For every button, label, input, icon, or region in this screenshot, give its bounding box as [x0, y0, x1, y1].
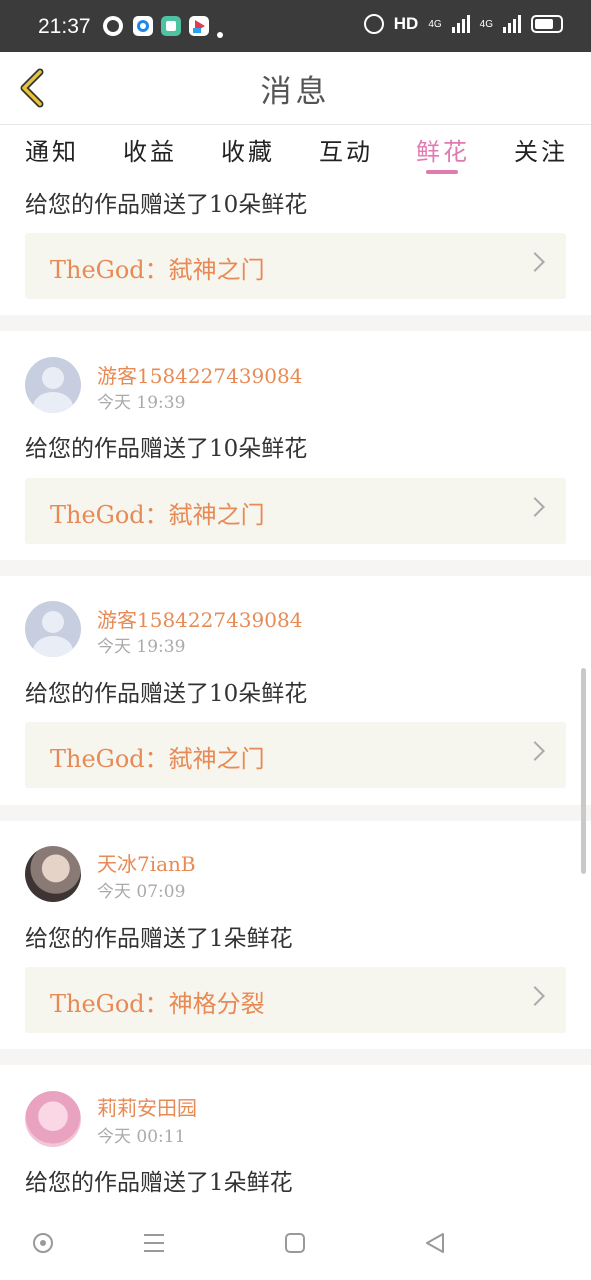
divider [0, 1049, 591, 1065]
tab-earnings[interactable]: 收益 [123, 132, 177, 167]
work-title: TheGod：弑神之门 [50, 501, 265, 529]
tab-notification[interactable]: 通知 [25, 132, 79, 167]
work-title: TheGod：神格分裂 [50, 990, 265, 1018]
message-time: 今天 00:11 [97, 1127, 186, 1147]
work-title: TheGod：弑神之门 [50, 256, 265, 284]
tab-flowers[interactable]: 鲜花 [416, 132, 470, 167]
work-card[interactable]: TheGod：弑神之门 [25, 478, 566, 544]
message-time: 今天 19:39 [97, 637, 186, 657]
app-teal-icon [161, 16, 181, 36]
tab-favorites[interactable]: 收藏 [221, 132, 275, 167]
message-text: 给您的作品赠送了10朵鲜花 [25, 436, 308, 462]
app-blue-icon [133, 16, 153, 36]
avatar[interactable] [25, 1091, 81, 1147]
menu-icon[interactable] [143, 1232, 165, 1258]
signal-icon [451, 15, 470, 33]
chevron-right-icon [525, 986, 545, 1006]
chevron-right-icon [525, 741, 545, 761]
work-title: TheGod：弑神之门 [50, 745, 265, 773]
tab-bar: 通知 收益 收藏 互动 鲜花 关注 [0, 125, 591, 177]
tab-interaction[interactable]: 互动 [319, 132, 373, 167]
active-tab-indicator [426, 170, 458, 174]
app-video-icon [189, 16, 209, 36]
username[interactable]: 游客1584227439084 [97, 604, 302, 633]
username[interactable]: 天冰7ianB [97, 848, 196, 877]
message-time: 今天 19:39 [97, 393, 186, 413]
divider [0, 315, 591, 331]
work-card[interactable]: TheGod：弑神之门 [25, 722, 566, 788]
alarm-icon [363, 14, 384, 34]
avatar[interactable] [25, 357, 81, 413]
compass-icon [103, 16, 123, 36]
avatar[interactable] [25, 601, 81, 657]
square-icon[interactable] [285, 1232, 305, 1258]
signal-icon-2 [503, 15, 521, 33]
message-time: 今天 07:09 [97, 882, 186, 902]
message-text: 给您的作品赠送了1朵鲜花 [25, 1170, 293, 1196]
page-title: 消息 [260, 74, 331, 110]
username[interactable]: 莉莉安田园 [97, 1092, 197, 1121]
message-text: 给您的作品赠送了10朵鲜花 [25, 681, 308, 707]
message-text: 给您的作品赠送了10朵鲜花 [25, 192, 308, 218]
work-card[interactable]: TheGod：弑神之门 [25, 233, 566, 299]
notification-dot [217, 32, 223, 38]
avatar[interactable] [25, 846, 81, 902]
back-triangle-icon[interactable] [424, 1232, 446, 1258]
battery-icon [531, 15, 563, 33]
hd-indicator: HD [393, 14, 419, 33]
message-text: 给您的作品赠送了1朵鲜花 [25, 926, 293, 952]
chevron-right-icon [525, 252, 545, 272]
work-card[interactable]: TheGod：神格分裂 [25, 967, 566, 1033]
divider [0, 805, 591, 821]
status-time: 21:37 [38, 15, 91, 38]
username[interactable]: 游客1584227439084 [97, 360, 302, 389]
scrollbar[interactable] [581, 668, 586, 874]
network-label-1: 4G [428, 18, 442, 30]
divider [0, 560, 591, 576]
header: 消息 [0, 52, 591, 125]
status-bar: 21:37 HD 4G 4G [0, 0, 591, 52]
system-nav-bar [0, 1210, 591, 1280]
chevron-right-icon [525, 497, 545, 517]
home-circle-icon[interactable] [32, 1232, 54, 1258]
message-feed[interactable]: 给您的作品赠送了10朵鲜花 TheGod：弑神之门 游客158422743908… [0, 177, 591, 1210]
tab-following[interactable]: 关注 [514, 132, 568, 167]
network-label-2: 4G [479, 18, 493, 30]
